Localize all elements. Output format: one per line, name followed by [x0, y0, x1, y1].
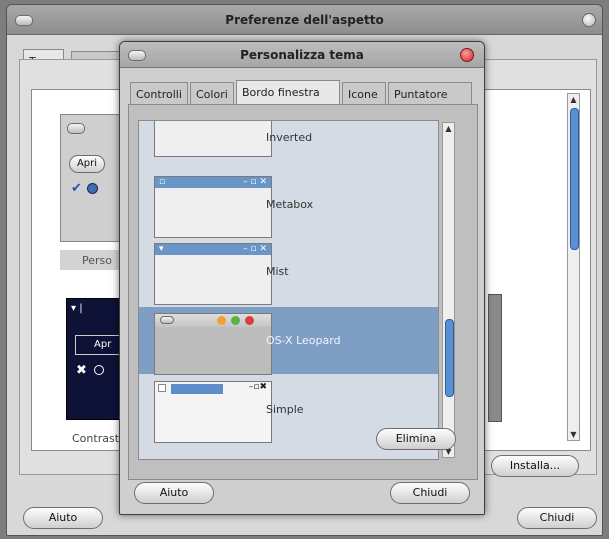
dialog-tab-bar: Controlli Colori Bordo finestra Icone Pu… [130, 80, 480, 106]
thumb-menu-icon: ▾ [159, 244, 164, 254]
window-border-list: Inverted ▫ – ▫ ✕ Metabox ▾ – ▫ ✕ Mist OS… [138, 120, 439, 460]
dialog-title: Personalizza tema [240, 48, 364, 62]
thumb-buttons-icon: – ▫ ✕ [243, 244, 267, 254]
preview-check-icon: ✔ [71, 181, 82, 196]
tab-controls[interactable]: Controlli [130, 82, 188, 105]
thumb-osx-leopard [154, 313, 272, 375]
dialog-titlebar: Personalizza tema [120, 42, 484, 68]
list-item-selected[interactable]: OS-X Leopard [139, 307, 438, 375]
thumb-menu-icon [158, 384, 166, 392]
thumb-simple: –▫✖ [154, 381, 272, 443]
outer-close-icon[interactable] [582, 13, 596, 27]
outer-scroll-thumb[interactable] [570, 108, 579, 250]
delete-button[interactable]: Elimina [376, 428, 456, 450]
install-button[interactable]: Installa... [491, 455, 579, 477]
list-item[interactable]: ▫ – ▫ ✕ Metabox [139, 172, 438, 239]
tab-window-border[interactable]: Bordo finestra [236, 80, 340, 105]
theme-name: OS-X Leopard [266, 334, 341, 347]
dark-preview-x-icon: ✖ [76, 363, 87, 378]
tab-pointer[interactable]: Puntatore [388, 82, 472, 105]
theme-name: Simple [266, 403, 304, 416]
thumb-mist: ▾ – ▫ ✕ [154, 243, 272, 305]
preview-radio-icon [87, 183, 98, 194]
thumb-buttons-icon: –▫✖ [248, 382, 267, 392]
preview-window-icon [67, 123, 85, 134]
list-scrollbar[interactable]: ▲ ▼ [442, 122, 455, 458]
thumb-minimize-icon [217, 316, 226, 325]
customize-theme-dialog: Personalizza tema Controlli Colori Bordo… [119, 41, 485, 515]
thumb-maximize-icon [231, 316, 240, 325]
dialog-close-icon[interactable] [460, 48, 474, 62]
list-item[interactable]: Inverted [139, 121, 438, 170]
tab-colors[interactable]: Colori [190, 82, 234, 105]
thumb-menu-icon [160, 316, 174, 324]
preview2-label: Contrast [72, 432, 120, 445]
preview-open-button: Apri [69, 155, 105, 173]
thumb-menu-icon: ▫ [159, 177, 166, 187]
thumb-metabox: ▫ – ▫ ✕ [154, 176, 272, 238]
outer-window-title: Preferenze dell'aspetto [225, 13, 384, 27]
thumb-buttons-icon: – ▫ ✕ [243, 177, 267, 187]
outer-scroll-down-icon[interactable]: ▼ [568, 430, 579, 439]
list-scroll-up-icon[interactable]: ▲ [443, 124, 454, 133]
theme-name: Inverted [266, 131, 313, 144]
theme-name: Metabox [266, 198, 314, 211]
outer-scroll-up-icon[interactable]: ▲ [568, 95, 579, 104]
outer-close-button[interactable]: Chiudi [517, 507, 597, 529]
list-item[interactable]: ▾ – ▫ ✕ Mist [139, 239, 438, 306]
thumb-titlebar [171, 384, 223, 394]
thumb-inverted [154, 121, 272, 157]
list-scroll-thumb[interactable] [445, 319, 454, 397]
preview-edge [488, 294, 502, 422]
tab-icons[interactable]: Icone [342, 82, 386, 105]
dialog-close-button[interactable]: Chiudi [390, 482, 470, 504]
thumb-close-icon [245, 316, 254, 325]
dialog-help-button[interactable]: Aiuto [134, 482, 214, 504]
outer-scrollbar[interactable]: ▲ ▼ [567, 93, 580, 441]
theme-name: Mist [266, 265, 289, 278]
outer-titlebar: Preferenze dell'aspetto [7, 5, 602, 35]
dark-preview-radio-icon [94, 365, 104, 375]
outer-help-button[interactable]: Aiuto [23, 507, 103, 529]
